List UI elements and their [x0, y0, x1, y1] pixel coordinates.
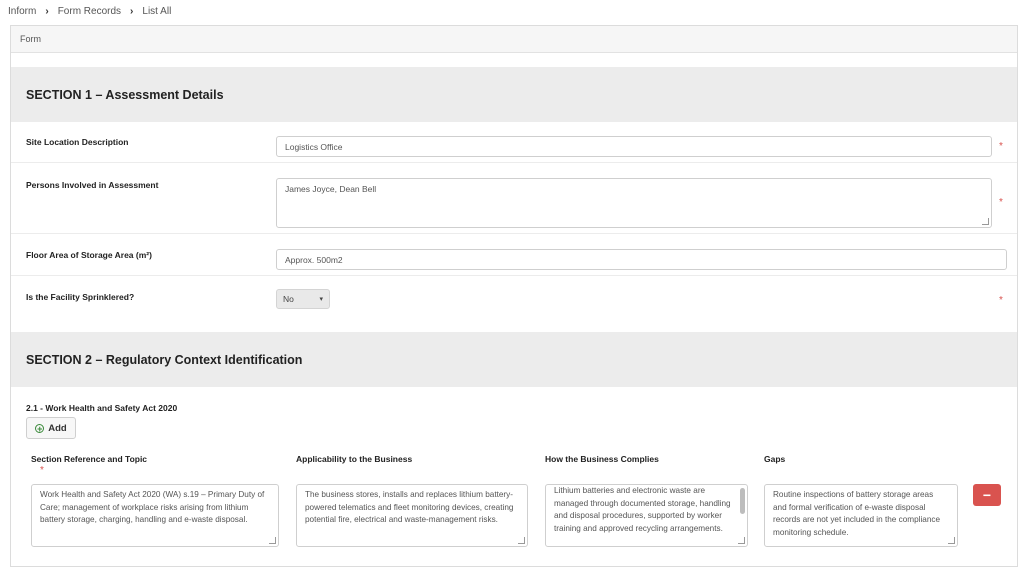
plus-circle-icon: +: [35, 423, 45, 434]
section-1-title: SECTION 1 – Assessment Details: [26, 87, 224, 102]
compliance-value: Lithium batteries and electronic waste a…: [554, 486, 731, 533]
chevron-right-icon: ›: [130, 5, 134, 17]
required-marker: *: [999, 295, 1003, 306]
resize-handle-icon[interactable]: [982, 218, 989, 225]
form-panel: Form SECTION 1 – Assessment Details Site…: [10, 25, 1018, 567]
applicability-value: The business stores, installs and replac…: [305, 490, 514, 524]
sprinklered-label: Is the Facility Sprinklered?: [26, 292, 135, 302]
site-location-label: Site Location Description: [26, 137, 129, 147]
floor-area-input[interactable]: Approx. 500m2: [276, 249, 1007, 270]
minus-icon: −: [982, 487, 992, 503]
resize-handle-icon[interactable]: [738, 537, 745, 544]
persons-involved-row: Persons Involved in Assessment James Joy…: [11, 163, 1017, 234]
breadcrumb: Inform › Form Records › List All: [8, 0, 171, 22]
persons-involved-value: James Joyce, Dean Bell: [285, 184, 377, 194]
gaps-value: Routine inspections of battery storage a…: [773, 490, 941, 537]
floor-area-row: Floor Area of Storage Area (m²) Approx. …: [11, 234, 1017, 276]
compliance-textarea[interactable]: Lithium batteries and electronic waste a…: [545, 484, 748, 547]
column-header-gaps: Gaps: [764, 454, 786, 464]
persons-involved-label: Persons Involved in Assessment: [26, 180, 159, 190]
panel-title: Form: [20, 34, 41, 44]
sprinklered-select[interactable]: No ▾: [276, 289, 330, 309]
sprinklered-value: No: [283, 294, 294, 304]
persons-involved-textarea[interactable]: James Joyce, Dean Bell: [276, 178, 992, 228]
required-marker: *: [999, 197, 1003, 208]
floor-area-label: Floor Area of Storage Area (m²): [26, 250, 152, 260]
section-1-header: SECTION 1 – Assessment Details: [11, 67, 1017, 122]
remove-row-button[interactable]: −: [973, 484, 1001, 506]
required-marker: *: [40, 465, 44, 476]
resize-handle-icon[interactable]: [518, 537, 525, 544]
resize-handle-icon[interactable]: [269, 537, 276, 544]
add-row-button[interactable]: + Add: [26, 417, 76, 439]
reference-value: Work Health and Safety Act 2020 (WA) s.1…: [40, 490, 265, 524]
breadcrumb-item-form-records[interactable]: Form Records: [58, 6, 121, 17]
required-marker: *: [999, 141, 1003, 152]
gaps-textarea[interactable]: Routine inspections of battery storage a…: [764, 484, 958, 547]
site-location-input[interactable]: Logistics Office: [276, 136, 992, 157]
applicability-textarea[interactable]: The business stores, installs and replac…: [296, 484, 528, 547]
reference-textarea[interactable]: Work Health and Safety Act 2020 (WA) s.1…: [31, 484, 279, 547]
chevron-right-icon: ›: [45, 5, 49, 17]
column-header-reference: Section Reference and Topic: [31, 454, 148, 464]
section-2-title: SECTION 2 – Regulatory Context Identific…: [26, 352, 303, 367]
column-header-applicability: Applicability to the Business: [296, 454, 413, 464]
site-location-row: Site Location Description Logistics Offi…: [11, 122, 1017, 163]
breadcrumb-item-list-all[interactable]: List All: [142, 6, 171, 17]
subsection-title: 2.1 - Work Health and Safety Act 2020: [26, 403, 178, 413]
column-header-compliance: How the Business Complies: [545, 454, 659, 464]
add-button-label: Add: [48, 422, 67, 434]
section-2-header: SECTION 2 – Regulatory Context Identific…: [11, 332, 1017, 387]
panel-header: Form: [11, 26, 1017, 53]
chevron-down-icon: ▾: [319, 296, 323, 303]
resize-handle-icon[interactable]: [948, 537, 955, 544]
breadcrumb-item-inform[interactable]: Inform: [8, 6, 36, 17]
sprinklered-row: Is the Facility Sprinklered? No ▾ *: [11, 276, 1017, 332]
scrollbar[interactable]: [740, 488, 745, 514]
